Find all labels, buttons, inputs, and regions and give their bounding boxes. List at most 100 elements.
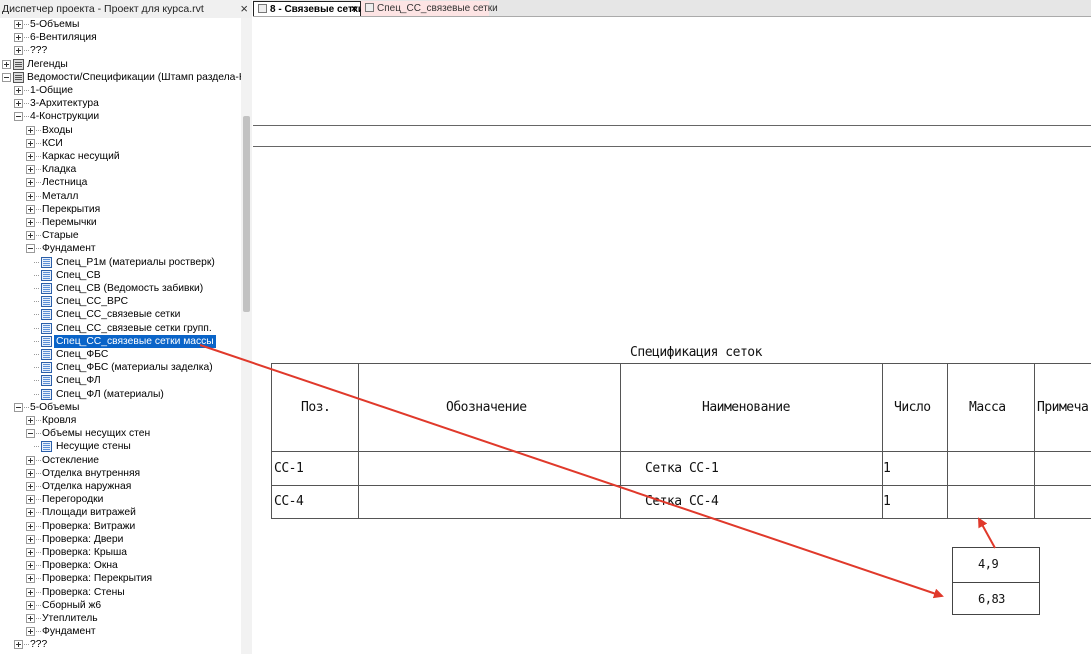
- tab-schedule[interactable]: Спец_СС_связевые сетки: [361, 1, 498, 16]
- collapse-icon[interactable]: [14, 402, 23, 412]
- tree-item-label: Спец_СС_ВРС: [56, 296, 129, 308]
- expand-icon[interactable]: [26, 482, 35, 491]
- scrollbar-thumb[interactable]: [243, 116, 250, 312]
- tree-connector: [34, 354, 39, 355]
- table-rule: [271, 451, 1091, 452]
- table-rule: [271, 363, 272, 519]
- project-browser-title: Диспетчер проекта - Проект для курса.rvt…: [0, 0, 252, 18]
- schedule-icon: [41, 322, 52, 334]
- vertical-scrollbar[interactable]: [241, 18, 252, 654]
- tree-item-label: Старые: [42, 230, 79, 242]
- tree-item-label: 5-Объемы: [30, 401, 80, 413]
- view-tab-bar: 8 - Связевые сетки × Спец_СС_связевые се…: [253, 0, 1091, 17]
- tree-item-label: Спец_ФЛ: [56, 375, 101, 387]
- expand-icon[interactable]: [26, 218, 35, 227]
- tree-item-label: Остекление: [42, 454, 100, 466]
- expand-icon[interactable]: [26, 534, 35, 544]
- tree-item-label: 4-Конструкции: [30, 111, 100, 123]
- tree-connector: [34, 393, 39, 395]
- expand-icon[interactable]: [26, 231, 35, 241]
- collapse-icon[interactable]: [14, 112, 23, 122]
- expand-icon[interactable]: [26, 587, 35, 597]
- tree-item-label: Проверка: Стены: [42, 586, 125, 598]
- expand-icon[interactable]: [26, 600, 35, 610]
- collapse-icon[interactable]: [26, 244, 35, 254]
- tree-item-label: Спец_ФЛ (материалы): [56, 388, 164, 400]
- close-icon[interactable]: ×: [351, 2, 357, 17]
- expand-icon[interactable]: [26, 204, 35, 214]
- table-rule: [358, 363, 359, 519]
- tab-sheet-8[interactable]: 8 - Связевые сетки ×: [253, 1, 364, 17]
- expand-icon[interactable]: [26, 614, 35, 623]
- tree-connector: [34, 446, 39, 448]
- expand-icon[interactable]: [14, 86, 23, 95]
- tree-item-label: Спец_ФБС: [56, 349, 109, 360]
- tree-item-label: Фундамент: [42, 626, 96, 638]
- table-cell: 1: [883, 494, 891, 509]
- expand-icon[interactable]: [26, 561, 35, 571]
- expand-icon[interactable]: [14, 20, 23, 29]
- expand-icon[interactable]: [26, 468, 35, 478]
- column-header: Примеча: [1037, 400, 1089, 415]
- tree-item-label: Отделка наружная: [42, 481, 132, 492]
- schedule-icon: [41, 309, 52, 321]
- schedule-icon: [41, 256, 52, 268]
- tree-connector: [34, 261, 39, 263]
- tree-item-label: Спец_СС_связевые сетки: [56, 309, 181, 321]
- column-header: Обозначение: [446, 400, 527, 415]
- schedule-icon: [41, 362, 52, 374]
- tree-item-label: Сборный ж6: [42, 599, 102, 611]
- expand-icon[interactable]: [26, 125, 35, 135]
- tree-item-label: Входы: [42, 124, 73, 136]
- expand-icon[interactable]: [14, 99, 23, 109]
- tree-item-label: Кладка: [42, 164, 77, 176]
- tree-item-label: Кровля: [42, 415, 77, 426]
- collapse-icon[interactable]: [26, 429, 35, 439]
- tree-item-label: 1-Общие: [30, 85, 74, 96]
- expand-icon[interactable]: [26, 508, 35, 518]
- expand-icon[interactable]: [26, 574, 35, 584]
- tree-item-label: Проверка: Витражи: [42, 520, 136, 532]
- column-header: Поз.: [301, 400, 331, 415]
- expand-icon[interactable]: [14, 33, 23, 43]
- sheet-border-line: [253, 146, 1091, 147]
- tree-item-label: Проверка: Двери: [42, 533, 124, 545]
- expand-icon[interactable]: [26, 152, 35, 161]
- table-rule: [271, 518, 1091, 519]
- tree-item-label: Каркас несущий: [42, 151, 120, 162]
- tree-item-label: Проверка: Крыша: [42, 547, 127, 558]
- table-rule: [271, 363, 1091, 364]
- column-header: Наименование: [702, 400, 790, 415]
- table-rule: [271, 485, 1091, 486]
- expand-icon[interactable]: [26, 178, 35, 188]
- mass-values-box: 4,9 6,83: [952, 547, 1040, 615]
- table-cell: СС-4: [274, 494, 304, 509]
- category-icon: [13, 58, 24, 70]
- schedule-icon: [365, 3, 374, 12]
- table-rule: [1034, 363, 1035, 519]
- tree-connector: [34, 367, 39, 369]
- expand-icon[interactable]: [26, 548, 35, 557]
- expand-icon[interactable]: [2, 59, 11, 69]
- tree-item-label: Объемы несущих стен: [42, 428, 151, 440]
- tree-item-label: Металл: [42, 190, 79, 202]
- expand-icon[interactable]: [26, 138, 35, 148]
- tree-item-label: Спец_СВ: [56, 269, 101, 281]
- expand-icon[interactable]: [14, 640, 23, 650]
- schedule-table[interactable]: Поз. Обозначение Наименование Число Масс…: [271, 363, 1091, 519]
- tree-item-label: ???: [30, 639, 48, 651]
- expand-icon[interactable]: [26, 191, 35, 201]
- expand-icon[interactable]: [26, 495, 35, 505]
- drawing-canvas[interactable]: Спецификация сеток Поз. Обозначение Наим…: [253, 18, 1091, 654]
- table-rule: [620, 363, 621, 519]
- project-browser-title-text: Диспетчер проекта - Проект для курса.rvt: [2, 3, 204, 15]
- collapse-icon[interactable]: [2, 72, 11, 82]
- expand-icon[interactable]: [26, 416, 35, 425]
- expand-icon[interactable]: [14, 46, 23, 56]
- close-icon[interactable]: ×: [240, 0, 248, 18]
- expand-icon[interactable]: [26, 455, 35, 465]
- expand-icon[interactable]: [26, 521, 35, 531]
- expand-icon[interactable]: [26, 165, 35, 175]
- table-rule: [947, 363, 948, 519]
- expand-icon[interactable]: [26, 627, 35, 637]
